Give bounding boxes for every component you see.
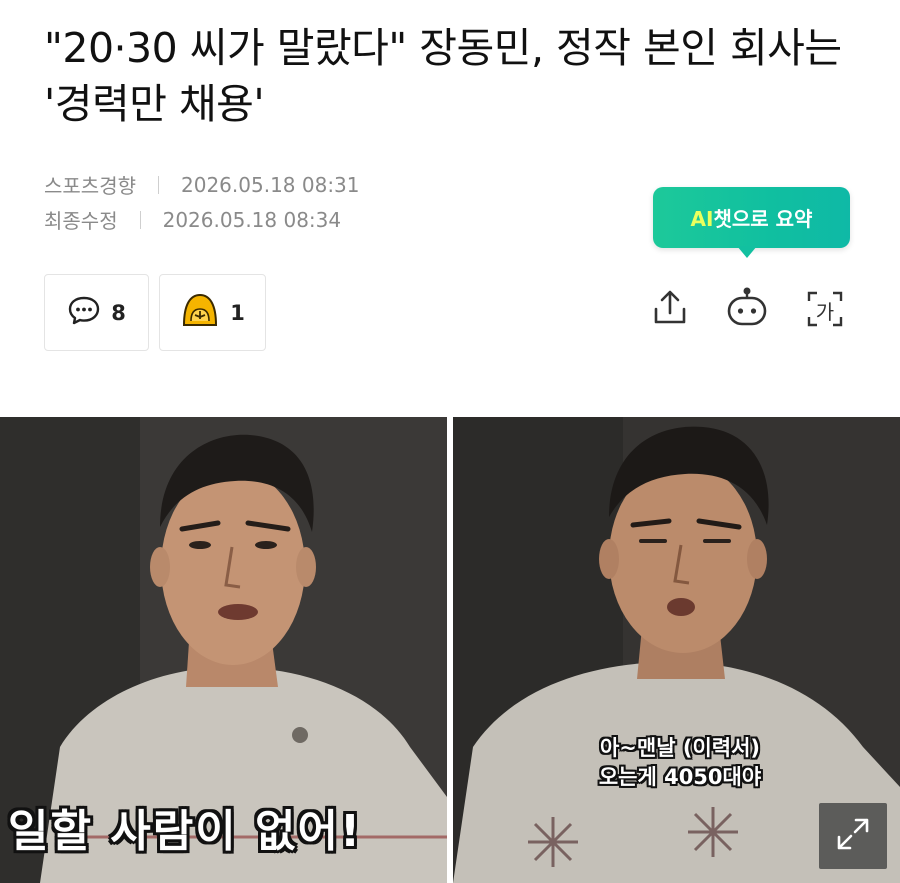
right-image-caption: 아~맨날 (이력서) 오는게 4050대야 xyxy=(560,734,800,792)
reaction-emoji-icon xyxy=(180,291,220,334)
reaction-count: 1 xyxy=(230,300,245,325)
expand-icon xyxy=(833,814,873,858)
ai-summary-button[interactable]: AI챗으로 요약 xyxy=(653,187,850,248)
comment-count: 8 xyxy=(111,300,126,325)
expand-image-button[interactable] xyxy=(819,803,887,869)
meta-divider xyxy=(158,175,159,194)
article-meta-published: 스포츠경향 2026.05.18 08:31 xyxy=(44,170,360,199)
article-title: "20·30 씨가 말랐다" 장동민, 정작 본인 회사는 '경력만 채용' xyxy=(44,24,842,128)
article-meta-modified: 최종수정 2026.05.18 08:34 xyxy=(44,205,341,234)
right-caption-line2: 오는게 4050대야 xyxy=(598,765,762,789)
meta-divider xyxy=(139,210,141,229)
chatbot-icon xyxy=(725,285,769,333)
modified-time: 2026.05.18 08:34 xyxy=(162,207,342,232)
share-icon xyxy=(650,287,690,331)
right-caption-line1: 아~맨날 (이력서) xyxy=(599,736,761,760)
font-size-button[interactable]: 가 xyxy=(803,287,847,331)
published-time: 2026.05.18 08:31 xyxy=(181,172,360,197)
chatbot-button[interactable] xyxy=(725,287,769,331)
font-size-icon: 가 xyxy=(805,289,845,329)
ai-chat-summary-label: 챗으로 요약 xyxy=(713,207,813,231)
ai-label: AI xyxy=(690,207,714,231)
comment-button[interactable]: 8 xyxy=(44,274,149,351)
modified-label: 최종수정 xyxy=(44,209,118,233)
share-button[interactable] xyxy=(648,287,692,331)
article-source[interactable]: 스포츠경향 xyxy=(44,170,136,199)
font-size-label: 가 xyxy=(815,300,835,324)
left-image-caption: 일할 사람이 없어! xyxy=(8,806,363,857)
ai-bubble-tail xyxy=(737,246,757,258)
reaction-button[interactable]: 1 xyxy=(159,274,266,351)
comment-icon xyxy=(67,295,101,330)
